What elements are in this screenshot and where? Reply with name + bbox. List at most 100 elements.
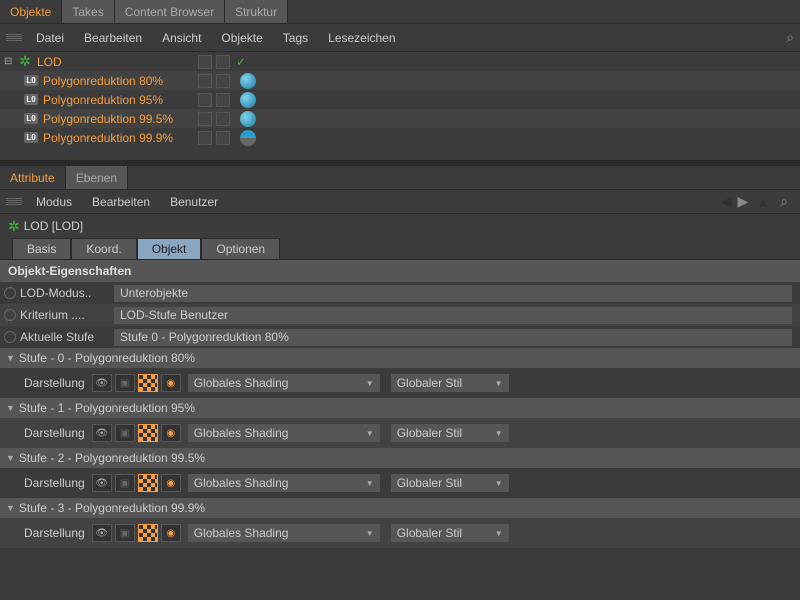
stil-dropdown[interactable]: Globaler Stil▼ xyxy=(391,374,509,392)
menu-lesezeichen[interactable]: Lesezeichen xyxy=(318,27,405,49)
shading-dropdown[interactable]: Globales Shading▼ xyxy=(188,474,380,492)
menu-tags[interactable]: Tags xyxy=(273,27,318,49)
darstellung-label: Darstellung xyxy=(24,426,85,440)
objects-tab-bar: Objekte Takes Content Browser Struktur xyxy=(0,0,800,24)
visibility-icon[interactable] xyxy=(92,374,112,392)
subtab-basis[interactable]: Basis xyxy=(12,238,71,259)
nav-back-icon[interactable]: ◀ xyxy=(721,193,732,210)
menu-objekte[interactable]: Objekte xyxy=(211,27,272,49)
expand-icon[interactable]: ⊟ xyxy=(4,56,16,67)
chevron-down-icon: ▼ xyxy=(495,429,503,438)
material-sphere-icon[interactable] xyxy=(240,111,256,127)
prop-value-dropdown[interactable]: Unterobjekte xyxy=(114,285,792,302)
tab-takes[interactable]: Takes xyxy=(62,0,114,23)
stil-dropdown[interactable]: Globaler Stil▼ xyxy=(391,424,509,442)
nav-forward-icon[interactable]: ▶ xyxy=(738,193,749,210)
render-toggle[interactable] xyxy=(216,55,230,69)
render-toggle[interactable] xyxy=(216,112,230,126)
visibility-toggle[interactable] xyxy=(198,55,212,69)
cube-icon[interactable]: ▣ xyxy=(115,424,135,442)
prop-value-dropdown[interactable]: Stufe 0 - Polygonreduktion 80% xyxy=(114,329,792,346)
material-sphere-icon[interactable] xyxy=(240,73,256,89)
bulb-icon[interactable]: ◉ xyxy=(161,474,181,492)
visibility-toggle[interactable] xyxy=(198,131,212,145)
darstellung-row: Darstellung ▣ ◉ Globales Shading▼ Global… xyxy=(0,368,800,398)
stufe-header[interactable]: ▼Stufe - 3 - Polygonreduktion 99.9% xyxy=(0,498,800,518)
subtab-row: Basis Koord. Objekt Optionen xyxy=(0,238,800,260)
shading-dropdown[interactable]: Globales Shading▼ xyxy=(188,374,380,392)
bulb-icon[interactable]: ◉ xyxy=(161,424,181,442)
prop-value-dropdown[interactable]: LOD-Stufe Benutzer xyxy=(114,307,792,324)
stufe-header[interactable]: ▼Stufe - 0 - Polygonreduktion 80% xyxy=(0,348,800,368)
search-icon[interactable]: ⌕ xyxy=(780,193,788,210)
prop-label: Aktuelle Stufe xyxy=(20,330,114,344)
tree-row[interactable]: L0 Polygonreduktion 99.9% xyxy=(0,128,800,147)
object-title: LOD [LOD] xyxy=(24,219,83,233)
render-toggle[interactable] xyxy=(216,131,230,145)
stil-dropdown[interactable]: Globaler Stil▼ xyxy=(391,524,509,542)
keyframe-dot[interactable] xyxy=(4,331,16,343)
texture-icon[interactable] xyxy=(138,474,158,492)
render-toggle[interactable] xyxy=(216,93,230,107)
visibility-toggle[interactable] xyxy=(198,93,212,107)
shading-dropdown[interactable]: Globales Shading▼ xyxy=(188,424,380,442)
search-icon[interactable]: ⌕ xyxy=(786,29,794,46)
stufe-header[interactable]: ▼Stufe - 1 - Polygonreduktion 95% xyxy=(0,398,800,418)
material-sphere-icon[interactable] xyxy=(240,130,256,146)
menu-ansicht[interactable]: Ansicht xyxy=(152,27,211,49)
bulb-icon[interactable]: ◉ xyxy=(161,524,181,542)
menu-benutzer[interactable]: Benutzer xyxy=(160,191,228,213)
stufe-title: Stufe - 3 - Polygonreduktion 99.9% xyxy=(19,501,205,515)
nav-up-icon[interactable]: ▲ xyxy=(756,194,770,210)
keyframe-dot[interactable] xyxy=(4,287,16,299)
stil-dropdown[interactable]: Globaler Stil▼ xyxy=(391,474,509,492)
tree-row[interactable]: L0 Polygonreduktion 99.5% xyxy=(0,109,800,128)
tree-row-root[interactable]: ⊟ ✲ LOD ✓ xyxy=(0,52,800,71)
stufe-header[interactable]: ▼Stufe - 2 - Polygonreduktion 99.5% xyxy=(0,448,800,468)
menu-bearbeiten[interactable]: Bearbeiten xyxy=(74,27,152,49)
keyframe-dot[interactable] xyxy=(4,309,16,321)
tab-objekte[interactable]: Objekte xyxy=(0,0,62,23)
visibility-toggle[interactable] xyxy=(198,112,212,126)
visibility-icon[interactable] xyxy=(92,424,112,442)
menu-bearbeiten[interactable]: Bearbeiten xyxy=(82,191,160,213)
subtab-koord[interactable]: Koord. xyxy=(71,238,136,259)
texture-icon[interactable] xyxy=(138,374,158,392)
menu-modus[interactable]: Modus xyxy=(26,191,82,213)
menu-datei[interactable]: Datei xyxy=(26,27,74,49)
shading-dropdown[interactable]: Globales Shading▼ xyxy=(188,524,380,542)
cube-icon[interactable]: ▣ xyxy=(115,374,135,392)
attribute-menu-bar: Modus Bearbeiten Benutzer ◀ ▶ ▲ ⌕ xyxy=(0,190,800,214)
cube-icon[interactable]: ▣ xyxy=(115,524,135,542)
tab-content-browser[interactable]: Content Browser xyxy=(115,0,225,23)
prop-kriterium: Kriterium .... LOD-Stufe Benutzer xyxy=(0,304,800,326)
cube-icon[interactable]: ▣ xyxy=(115,474,135,492)
tab-ebenen[interactable]: Ebenen xyxy=(66,166,128,189)
tree-row[interactable]: L0 Polygonreduktion 80% xyxy=(0,71,800,90)
visibility-icon[interactable] xyxy=(92,524,112,542)
prop-lod-modus: LOD-Modus.. Unterobjekte xyxy=(0,282,800,304)
visibility-icon[interactable] xyxy=(92,474,112,492)
bulb-icon[interactable]: ◉ xyxy=(161,374,181,392)
collapse-icon: ▼ xyxy=(6,403,15,413)
drag-handle-icon[interactable] xyxy=(6,198,22,205)
tree-row[interactable]: L0 Polygonreduktion 95% xyxy=(0,90,800,109)
tree-label: LOD xyxy=(37,55,62,69)
render-toggle[interactable] xyxy=(216,74,230,88)
texture-icon[interactable] xyxy=(138,424,158,442)
visibility-toggle[interactable] xyxy=(198,74,212,88)
subtab-optionen[interactable]: Optionen xyxy=(201,238,280,259)
tab-attribute[interactable]: Attribute xyxy=(0,166,66,189)
tab-struktur[interactable]: Struktur xyxy=(225,0,288,23)
material-sphere-icon[interactable] xyxy=(240,92,256,108)
lod-icon: L0 xyxy=(22,92,40,108)
darstellung-row: Darstellung ▣ ◉ Globales Shading▼ Global… xyxy=(0,518,800,548)
drag-handle-icon[interactable] xyxy=(6,34,22,41)
prop-label: LOD-Modus.. xyxy=(20,286,114,300)
darstellung-label: Darstellung xyxy=(24,476,85,490)
leaf-icon: ✲ xyxy=(16,54,34,70)
stufe-title: Stufe - 2 - Polygonreduktion 99.5% xyxy=(19,451,205,465)
stufe-title: Stufe - 0 - Polygonreduktion 80% xyxy=(19,351,195,365)
subtab-objekt[interactable]: Objekt xyxy=(137,238,202,259)
texture-icon[interactable] xyxy=(138,524,158,542)
